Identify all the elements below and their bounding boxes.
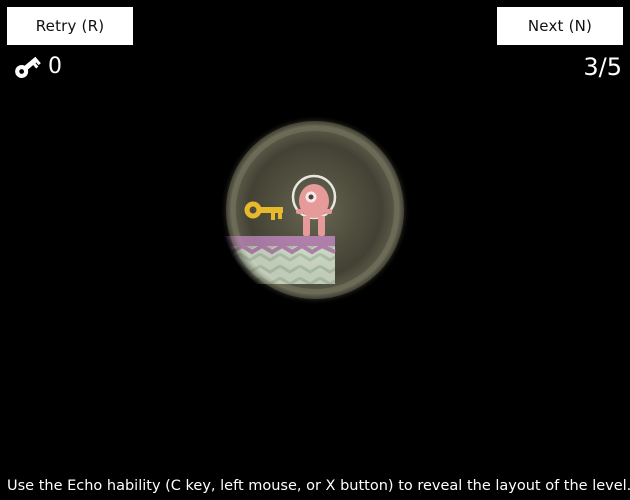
tutorial-hint: Use the Echo hability (C key, left mouse… bbox=[7, 478, 630, 494]
key-icon bbox=[12, 56, 42, 78]
key-count: 0 bbox=[48, 54, 62, 79]
next-button[interactable]: Next (N) bbox=[497, 7, 623, 45]
level-progress: 3/5 bbox=[583, 53, 622, 81]
retry-button[interactable]: Retry (R) bbox=[7, 7, 133, 45]
game-scene bbox=[220, 115, 410, 305]
key-counter: 0 bbox=[12, 54, 62, 80]
platform bbox=[220, 236, 336, 284]
